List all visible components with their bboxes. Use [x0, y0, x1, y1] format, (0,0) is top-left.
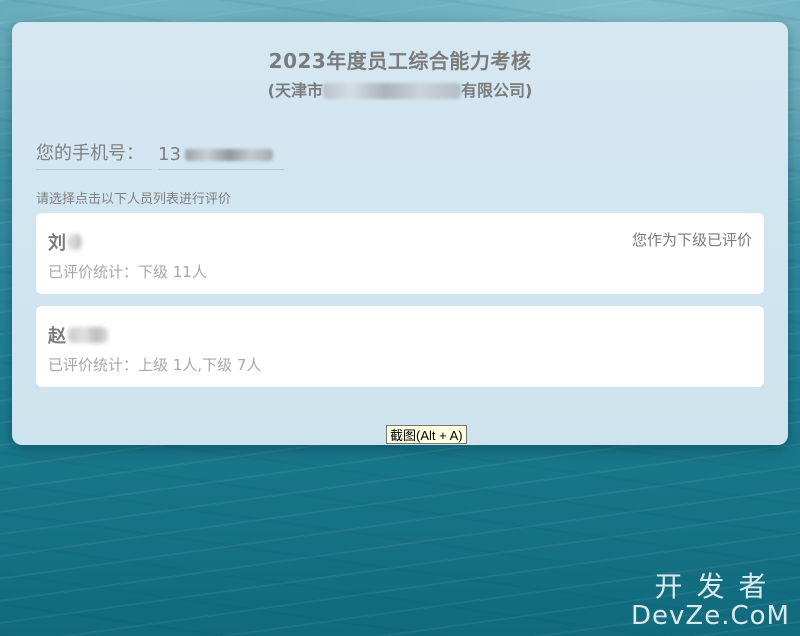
redacted-name — [68, 327, 108, 343]
screenshot-tooltip: 截图(Alt + A) — [386, 425, 467, 444]
redacted-phone-digits — [184, 148, 273, 161]
redacted-name — [68, 234, 82, 250]
watermark-line1: 开发者 — [654, 570, 781, 603]
person-name: 赵 — [48, 322, 108, 348]
phone-row: 您的手机号： 13 — [36, 140, 284, 170]
subtitle-prefix: (天津市 — [267, 81, 323, 100]
person-item-liu[interactable]: 刘 已评价统计：下级 11人 您作为下级已评价 — [36, 213, 764, 294]
page-title: 2023年度员工综合能力考核 — [268, 49, 532, 73]
person-stats: 已评价统计：上级 1人,下级 7人 — [48, 356, 262, 374]
selection-hint: 请选择点击以下人员列表进行评价 — [36, 192, 232, 207]
person-name-text: 刘 — [48, 233, 66, 254]
person-name: 刘 — [48, 229, 82, 255]
subtitle-suffix: 有限公司) — [461, 81, 533, 100]
site-watermark: 开发者 DevZe.CoM — [631, 572, 790, 631]
watermark-line2: DevZe.CoM — [631, 601, 790, 631]
phone-label: 您的手机号： — [36, 139, 152, 170]
company-subtitle: (天津市 有限公司) — [12, 77, 788, 101]
phone-value-prefix: 13 — [158, 144, 181, 165]
person-stats: 已评价统计：下级 11人 — [48, 263, 207, 281]
assessment-card: 2023年度员工综合能力考核 (天津市 有限公司) 您的手机号： 13 请选择点击… — [12, 22, 788, 445]
phone-value-field[interactable]: 13 — [158, 144, 284, 170]
evaluation-status: 您作为下级已评价 — [631, 231, 752, 249]
person-item-zhao[interactable]: 赵 已评价统计：上级 1人,下级 7人 — [36, 306, 764, 387]
redacted-company-name — [323, 83, 461, 99]
person-name-text: 赵 — [48, 326, 66, 347]
